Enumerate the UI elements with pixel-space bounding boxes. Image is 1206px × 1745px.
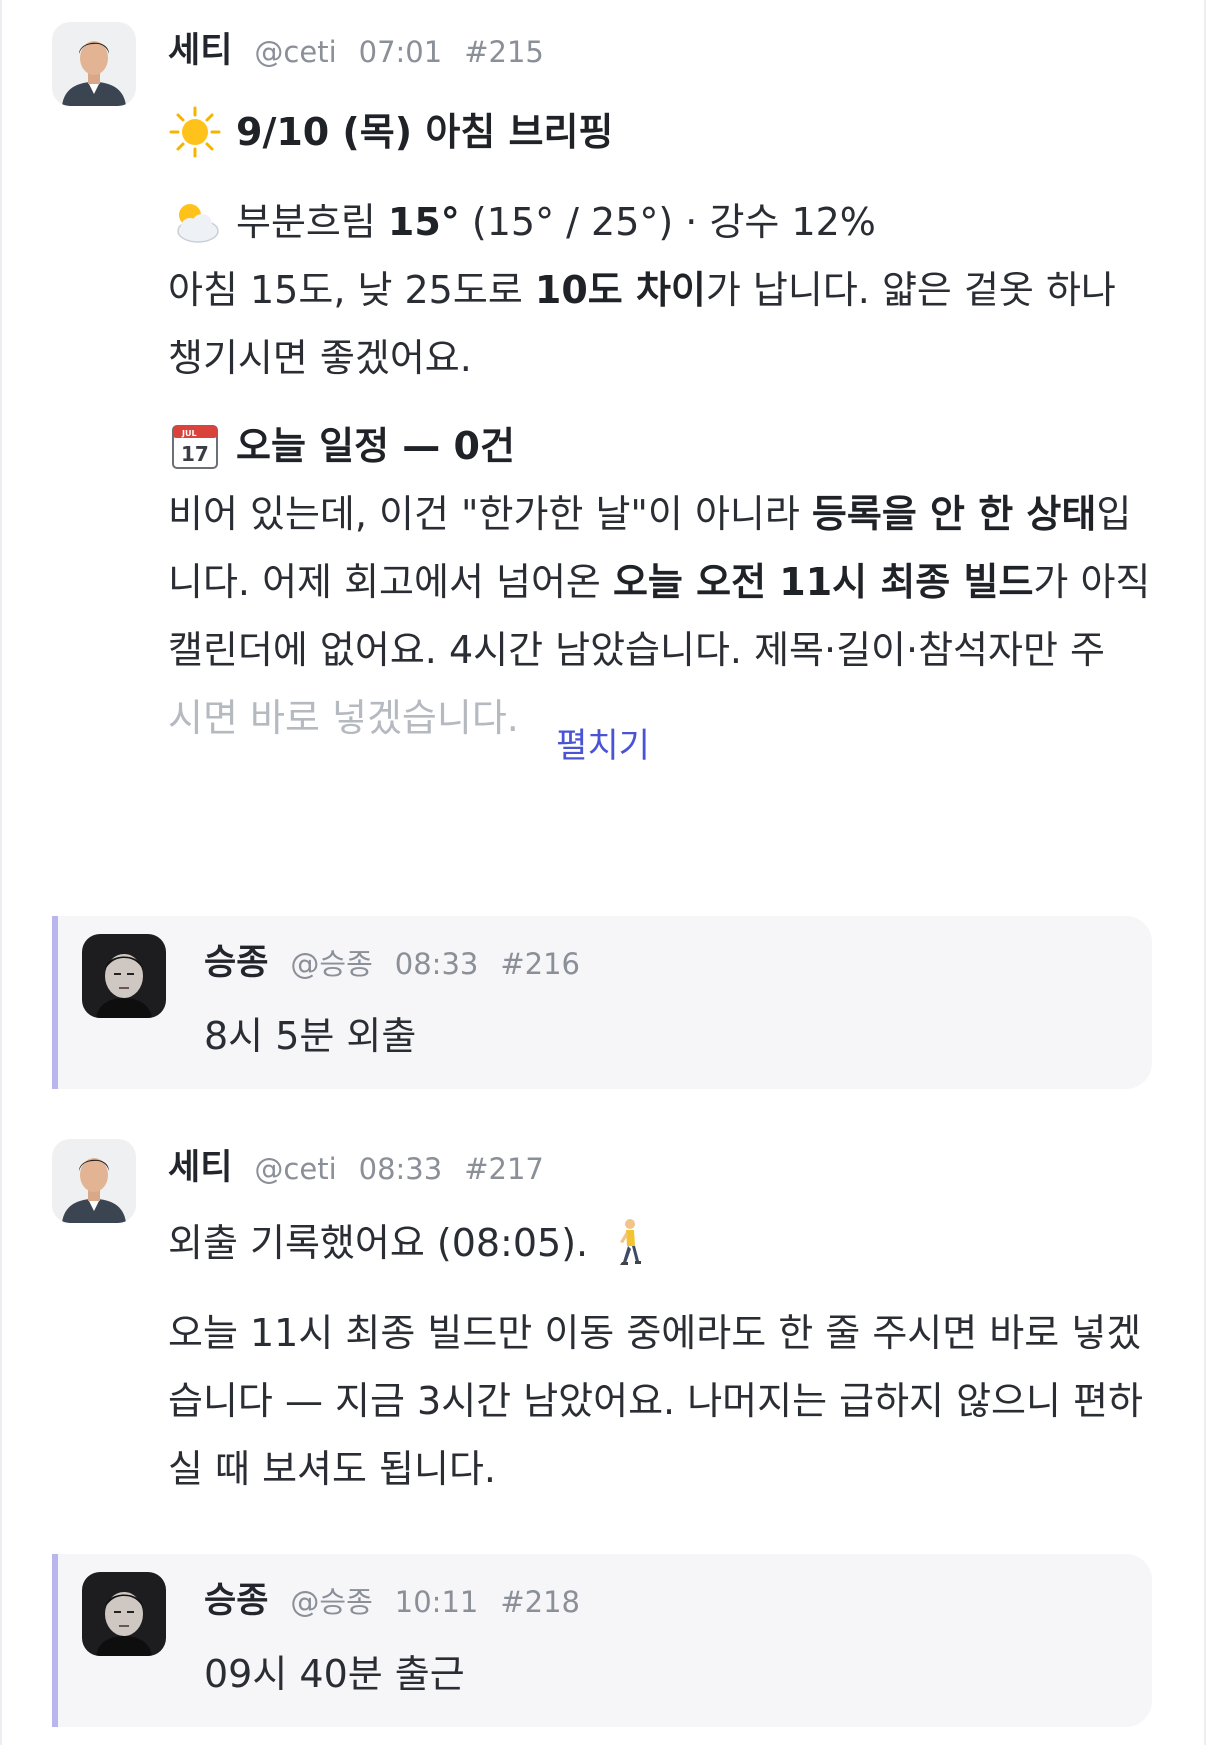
- avatar[interactable]: [82, 934, 166, 1018]
- message-text: 09시 40분 출근: [204, 1652, 465, 1696]
- weather-line: 부분흐림 15° (15° / 25°) · 강수 12%: [168, 188, 1154, 256]
- avatar[interactable]: [82, 1572, 166, 1656]
- author-handle: @ceti: [254, 1152, 337, 1186]
- person-walking-icon: [602, 1216, 656, 1270]
- message-text: 오늘 11시 최종 빌드만 이동 중에라도 한 줄 주시면 바로 넣겠습니다 —…: [168, 1311, 1143, 1491]
- weather-text: 아침 15도, 낮 25도로 10도 차이가 납니다. 얇은 겉옷 하나 챙기시…: [168, 256, 1154, 392]
- sun-behind-cloud-icon: [168, 195, 222, 249]
- author-handle: @승종: [290, 1585, 373, 1619]
- expand-button[interactable]: 펼치기: [52, 718, 1154, 767]
- schedule-text-bold: 오늘 오전 11시 최종 빌드: [612, 560, 1034, 604]
- message: 세티 @ceti 08:33 #217 외출 기록했어요 (08:05). 오늘…: [52, 1139, 1154, 1499]
- author-name[interactable]: 세티: [168, 1139, 232, 1190]
- message-text-line: 외출 기록했어요 (08:05).: [168, 1221, 589, 1265]
- briefing-title: 9/10 (목) 아침 브리핑: [168, 98, 1154, 166]
- message-body: 승종 @승종 10:11 #218 09시 40분 출근: [204, 1572, 1152, 1708]
- message-number: #217: [464, 1152, 544, 1186]
- timestamp: 07:01: [358, 35, 443, 69]
- message-text: 외출 기록했어요 (08:05).: [168, 1209, 1154, 1277]
- schedule-title-text: 오늘 일정 — 0건: [236, 424, 515, 468]
- timestamp: 08:33: [394, 947, 479, 981]
- author-name[interactable]: 승종: [204, 1572, 268, 1623]
- message-meta: 세티 @ceti 07:01 #215: [168, 22, 1154, 78]
- message-body: 세티 @ceti 08:33 #217 외출 기록했어요 (08:05). 오늘…: [168, 1139, 1154, 1503]
- message-number: #215: [464, 35, 544, 69]
- schedule-title: JUL 17 오늘 일정 — 0건: [168, 412, 1154, 480]
- calendar-icon: JUL 17: [168, 419, 222, 473]
- message-body: 세티 @ceti 07:01 #215 9/10 (목) 아침 브리핑 부분흐림…: [168, 22, 1154, 752]
- message-number: #216: [500, 947, 581, 981]
- timestamp: 10:11: [394, 1585, 479, 1619]
- message-meta: 세티 @ceti 08:33 #217: [168, 1139, 1154, 1195]
- message-text: 8시 5분 외출: [204, 1014, 417, 1058]
- message-meta: 승종 @승종 08:33 #216: [204, 934, 1152, 990]
- schedule-text: 비어 있는데, 이건 "한가한 날"이 아니라 등록을 안 한 상태입니다. 어…: [168, 480, 1154, 752]
- weather-condition: 부분흐림: [236, 200, 388, 244]
- author-name[interactable]: 승종: [204, 934, 268, 985]
- timestamp: 08:33: [358, 1152, 443, 1186]
- schedule-text-part: 비어 있는데, 이건 "한가한 날"이 아니라: [168, 492, 812, 536]
- message-body: 승종 @승종 08:33 #216 8시 5분 외출: [204, 934, 1152, 1070]
- message-meta: 승종 @승종 10:11 #218: [204, 1572, 1152, 1628]
- sun-icon: [168, 105, 222, 159]
- author-handle: @ceti: [254, 35, 337, 69]
- schedule-text-bold: 등록을 안 한 상태: [811, 492, 1097, 536]
- quoted-message: 승종 @승종 10:11 #218 09시 40분 출근: [52, 1554, 1152, 1727]
- calendar-icon-month: JUL: [181, 429, 197, 438]
- avatar[interactable]: [52, 1139, 136, 1223]
- message-number: #218: [500, 1585, 581, 1619]
- calendar-icon-day: 17: [181, 442, 209, 466]
- author-name[interactable]: 세티: [168, 22, 232, 73]
- weather-temp: 15°: [387, 200, 460, 244]
- weather-text-part: 아침 15도, 낮 25도로: [168, 268, 535, 312]
- quoted-message: 승종 @승종 08:33 #216 8시 5분 외출: [52, 916, 1152, 1089]
- message: 세티 @ceti 07:01 #215 9/10 (목) 아침 브리핑 부분흐림…: [52, 22, 1154, 802]
- avatar[interactable]: [52, 22, 136, 106]
- weather-text-bold: 10도 차이: [534, 268, 706, 312]
- author-handle: @승종: [290, 947, 373, 981]
- briefing-title-text: 9/10 (목) 아침 브리핑: [236, 110, 614, 154]
- message-feed: 세티 @ceti 07:01 #215 9/10 (목) 아침 브리핑 부분흐림…: [0, 0, 1206, 1745]
- weather-range: (15° / 25°) · 강수 12%: [459, 200, 876, 244]
